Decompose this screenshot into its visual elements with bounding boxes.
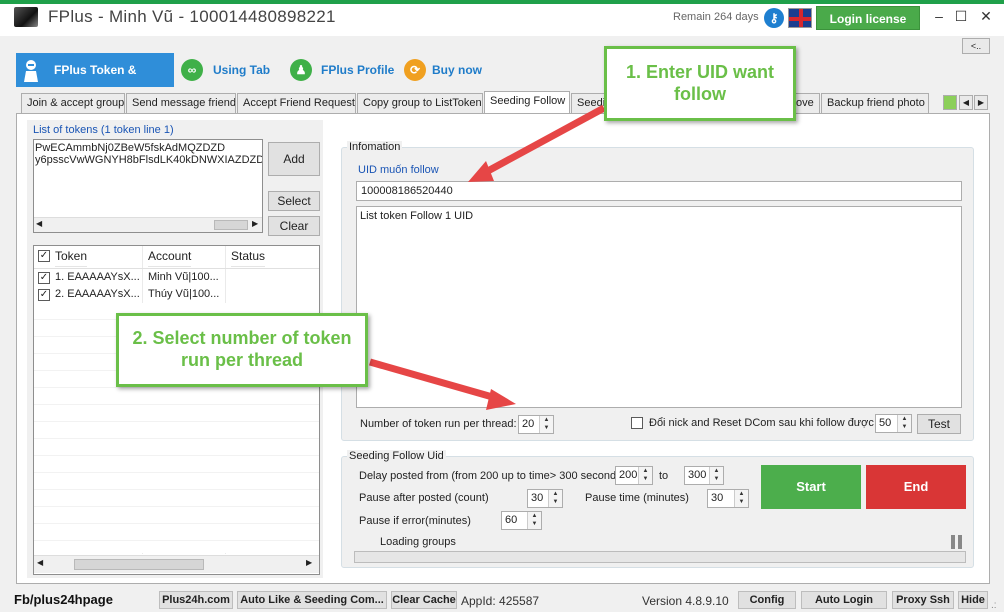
reset-dcom-checkbox[interactable] bbox=[631, 417, 643, 429]
auto-like-seeding-button[interactable]: Auto Like & Seeding Com... bbox=[237, 591, 387, 609]
delay-label: Delay posted from (from 200 up to time> … bbox=[359, 470, 626, 482]
delay-from-value: 200 bbox=[619, 469, 638, 481]
num-token-value: 20 bbox=[522, 418, 535, 430]
pause-after-label: Pause after posted (count) bbox=[359, 492, 489, 504]
app-logo-icon bbox=[14, 7, 38, 27]
subtab-send-message[interactable]: Send message friend bbox=[126, 93, 236, 113]
close-button[interactable]: ✕ bbox=[975, 6, 997, 28]
hide-button[interactable]: Hide bbox=[958, 591, 988, 609]
uk-flag-icon[interactable] bbox=[788, 8, 812, 28]
resize-grip-icon[interactable]: .: bbox=[991, 600, 997, 611]
subtab-copy-group[interactable]: Copy group to ListToken bbox=[357, 93, 483, 113]
list-tokens-label: List of tokens (1 token line 1) bbox=[33, 124, 174, 136]
to-label: to bbox=[659, 470, 669, 482]
link-icon: ∞ bbox=[181, 59, 203, 81]
window-title: FPlus - Minh Vũ - 100014480898221 bbox=[48, 7, 336, 26]
pause-icon[interactable] bbox=[951, 535, 963, 549]
tab-using[interactable]: Using Tab bbox=[213, 53, 270, 87]
version-label: Version 4.8.9.10 bbox=[642, 594, 729, 608]
tab-scroll-right-icon[interactable]: ▶ bbox=[974, 95, 988, 110]
hacker-icon bbox=[24, 60, 38, 82]
pause-error-label: Pause if error(minutes) bbox=[359, 515, 471, 527]
pause-error-value: 60 bbox=[505, 514, 518, 526]
reset-count-value: 50 bbox=[879, 417, 892, 429]
pause-error-input[interactable]: 60 ▲ ▼ bbox=[501, 511, 542, 530]
remain-days: Remain 264 days bbox=[673, 11, 759, 23]
end-button[interactable]: End bbox=[866, 465, 966, 509]
people-icon: ♟ bbox=[290, 59, 312, 81]
uid-label: UID muốn follow bbox=[358, 164, 439, 176]
proxy-ssh-button[interactable]: Proxy Ssh bbox=[892, 591, 954, 609]
row-account: Minh Vũ|100... bbox=[148, 271, 219, 283]
clear-cache-button[interactable]: Clear Cache bbox=[391, 591, 457, 609]
pause-time-label: Pause time (minutes) bbox=[585, 492, 689, 504]
num-token-input[interactable]: 20 ▲ ▼ bbox=[518, 415, 554, 434]
row-checkbox[interactable]: ✓ bbox=[38, 289, 50, 301]
login-license-button[interactable]: Login license bbox=[816, 6, 920, 30]
test-button[interactable]: Test bbox=[917, 414, 961, 434]
subtab-accept-friend[interactable]: Accept Friend Request bbox=[237, 93, 356, 113]
subtab-join-group[interactable]: Join & accept group bbox=[21, 93, 125, 113]
spinner-arrows-icon[interactable]: ▲ ▼ bbox=[734, 490, 748, 507]
pause-time-input[interactable]: 30 ▲ ▼ bbox=[707, 489, 749, 508]
delay-from-input[interactable]: 200 ▲ ▼ bbox=[615, 466, 653, 485]
delay-to-value: 300 bbox=[688, 469, 707, 481]
col-status-header[interactable]: Status bbox=[231, 245, 266, 267]
select-all-checkbox[interactable]: ✓ bbox=[38, 250, 50, 262]
reset-count-input[interactable]: 50 ▲ ▼ bbox=[875, 414, 912, 433]
minimize-button[interactable]: – bbox=[928, 6, 950, 28]
tab-scroll-left-icon[interactable]: ◀ bbox=[959, 95, 973, 110]
information-group-label: Infomation bbox=[347, 141, 403, 153]
col-account-header[interactable]: Account bbox=[148, 245, 192, 267]
pause-after-input[interactable]: 30 ▲ ▼ bbox=[527, 489, 563, 508]
spinner-arrows-icon[interactable]: ▲ ▼ bbox=[709, 467, 723, 484]
app-id: AppId: 425587 bbox=[461, 594, 540, 608]
clear-button[interactable]: Clear bbox=[268, 216, 320, 236]
spinner-arrows-icon[interactable]: ▲ ▼ bbox=[638, 467, 652, 484]
spinner-arrows-icon[interactable]: ▲ ▼ bbox=[897, 415, 911, 432]
key-icon[interactable]: ⚷ bbox=[764, 8, 784, 28]
callout-enter-uid: 1. Enter UID want follow bbox=[604, 46, 796, 121]
spinner-arrows-icon[interactable]: ▲ ▼ bbox=[527, 512, 541, 529]
loading-label: Loading groups bbox=[380, 536, 456, 548]
auto-login-button[interactable]: Auto Login bbox=[801, 591, 887, 609]
row-token: 2. EAAAAAYsX... bbox=[55, 288, 140, 300]
tab-dropdown-icon[interactable] bbox=[943, 95, 957, 110]
select-button[interactable]: Select bbox=[268, 191, 320, 211]
start-button[interactable]: Start bbox=[761, 465, 861, 509]
uid-input[interactable]: 100008186520440 bbox=[356, 181, 962, 201]
collapse-button[interactable]: <.. bbox=[962, 38, 990, 54]
num-token-label: Number of token run per thread: bbox=[360, 418, 517, 430]
spinner-arrows-icon[interactable]: ▲ ▼ bbox=[539, 416, 553, 433]
callout-select-token: 2. Select number of token run per thread bbox=[116, 313, 368, 387]
pause-after-value: 30 bbox=[531, 492, 544, 504]
log-textarea[interactable]: List token Follow 1 UID bbox=[356, 206, 962, 408]
delay-to-input[interactable]: 300 ▲ ▼ bbox=[684, 466, 724, 485]
reset-dcom-label: Đổi nick and Reset DCom sau khi follow đ… bbox=[649, 417, 874, 429]
spinner-arrows-icon[interactable]: ▲ ▼ bbox=[548, 490, 562, 507]
row-checkbox[interactable]: ✓ bbox=[38, 272, 50, 284]
subtab-backup-photo[interactable]: Backup friend photo bbox=[821, 93, 929, 113]
maximize-button[interactable]: ☐ bbox=[950, 6, 972, 28]
tab-buy-now[interactable]: Buy now bbox=[432, 53, 482, 87]
subtab-seeding[interactable]: Seedi bbox=[571, 93, 607, 113]
subtab-seeding-follow[interactable]: Seeding Follow bbox=[484, 91, 570, 114]
fb-page-label[interactable]: Fb/plus24hpage bbox=[14, 592, 113, 607]
row-token: 1. EAAAAAYsX... bbox=[55, 271, 140, 283]
tokens-scrollbar[interactable]: ◀ ▶ bbox=[34, 217, 262, 232]
cart-icon: ⟳ bbox=[404, 59, 426, 81]
col-token-header[interactable]: Token bbox=[55, 245, 88, 267]
plus24h-button[interactable]: Plus24h.com bbox=[159, 591, 233, 609]
row-account: Thúy Vũ|100... bbox=[148, 288, 220, 300]
list-scrollbar[interactable]: ◀ ▶ bbox=[34, 555, 319, 573]
seeding-follow-group-label: Seeding Follow Uid bbox=[347, 450, 446, 462]
pause-time-value: 30 bbox=[711, 492, 724, 504]
tab-fplus-profile[interactable]: FPlus Profile bbox=[321, 53, 394, 87]
progress-bar bbox=[354, 551, 966, 563]
config-button[interactable]: Config bbox=[738, 591, 796, 609]
add-button[interactable]: Add bbox=[268, 142, 320, 176]
